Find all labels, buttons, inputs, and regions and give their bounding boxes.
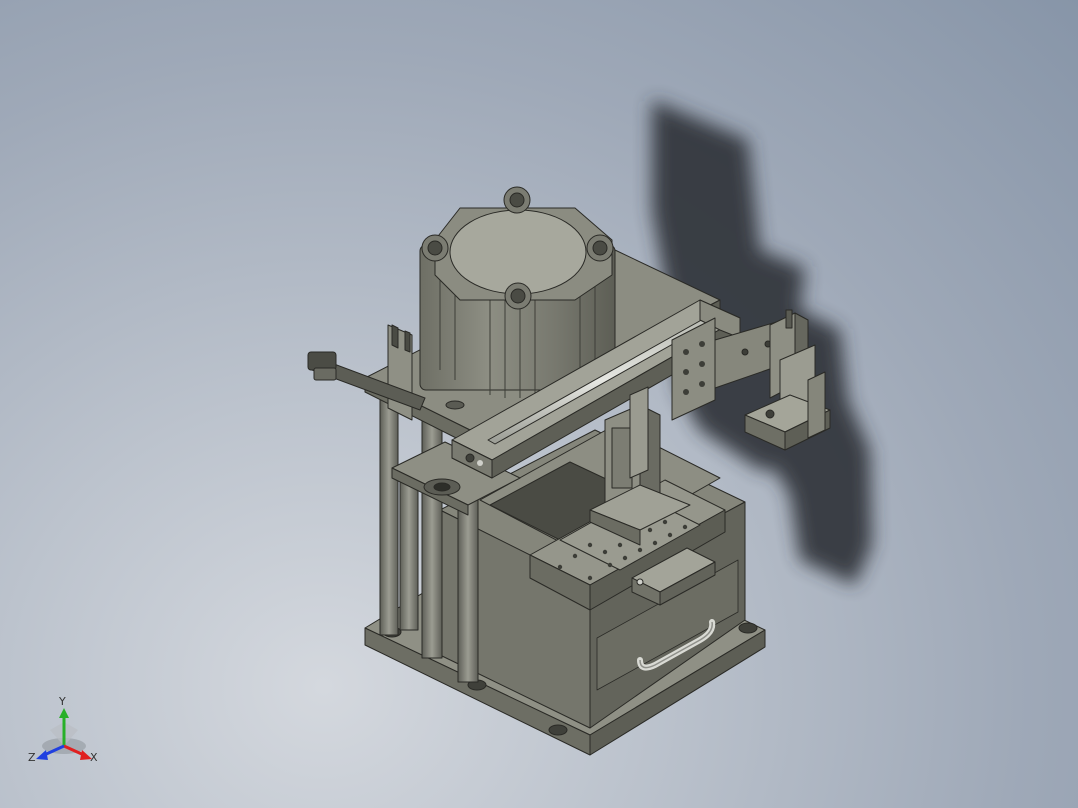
axis-triad: Y X Z — [24, 692, 108, 772]
z-axis-label: Z — [28, 751, 36, 764]
sensor-bracket — [307, 324, 426, 421]
model-viewport[interactable] — [0, 0, 1078, 808]
x-axis-label: X — [90, 751, 98, 764]
y-axis-label: Y — [59, 695, 66, 708]
